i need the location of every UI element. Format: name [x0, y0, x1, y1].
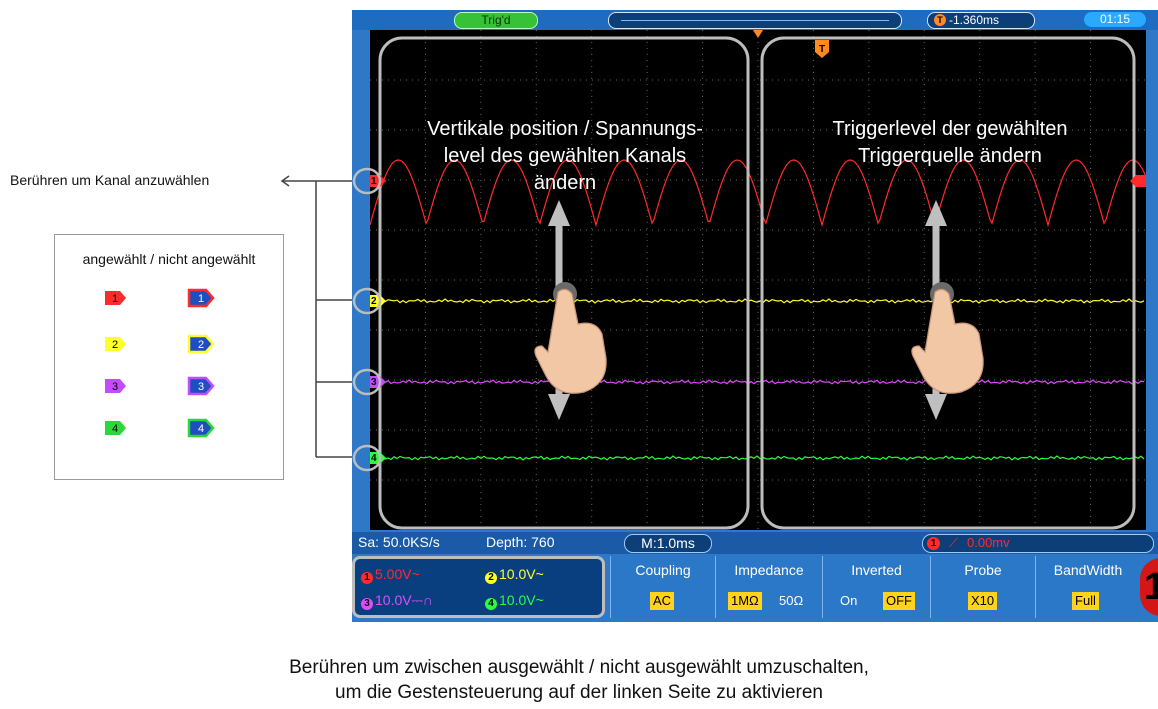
impedance-option-50[interactable]: 50Ω [776, 592, 806, 610]
menu-bandwidth[interactable]: BandWidth Full [1035, 556, 1140, 618]
legend-markers: 1 2 3 4 1 2 3 4 [105, 288, 215, 438]
ch2-waveform [370, 298, 1145, 304]
gesture-hand-left [534, 282, 607, 394]
left-instruction-line1: Vertikale position / Spannungs- [427, 118, 703, 140]
ch4-badge: 4 [485, 598, 497, 610]
legend-ch4-unselected-label: 4 [112, 423, 118, 435]
ch3-badge: 3 [361, 598, 373, 610]
coupling-title: Coupling [635, 562, 691, 578]
ch4-scale-value: 10.0V~ [499, 592, 544, 608]
left-instruction: Vertikale position / Spannungs- level de… [400, 116, 730, 197]
memory-position-bar[interactable] [608, 12, 902, 29]
bandwidth-title: BandWidth [1053, 562, 1123, 578]
gesture-hand-right [911, 282, 984, 394]
ch2-badge: 2 [485, 572, 497, 584]
legend-ch1-selected-label: 1 [198, 293, 204, 305]
ch3-scale-value: 10.0V⎓∩ [375, 592, 433, 608]
legend-ch4-selected-label: 4 [198, 423, 204, 435]
channel-settings-panel[interactable]: 1 5.00V~ 2 10.0V~ 3 10.0V⎓∩ 4 10.0V~ [352, 556, 605, 618]
trigger-time-marker-label: T [819, 44, 825, 55]
ch3-scale[interactable]: 3 10.0V⎓∩ [361, 592, 433, 610]
trigger-position-value: -1.360ms [949, 13, 1000, 27]
memory-depth: Depth: 760 [486, 534, 555, 550]
sample-rate: Sa: 50.0KS/s [358, 534, 440, 550]
ch1-scale[interactable]: 1 5.00V~ [361, 566, 420, 584]
trigger-level-marker [1130, 175, 1146, 187]
menu-probe[interactable]: Probe X10 [930, 556, 1035, 618]
waveform-canvas: T [370, 30, 1146, 530]
legend-ch2-unselected-label: 2 [112, 339, 118, 351]
trigger-status-badge: Trig'd [454, 12, 538, 29]
impedance-title: Impedance [734, 562, 804, 578]
clock: 01:15 [1084, 12, 1146, 27]
trigger-position-readout[interactable]: T -1.360ms [927, 12, 1035, 29]
ch2-scale-value: 10.0V~ [499, 566, 544, 582]
acquisition-status-bar: Sa: 50.0KS/s Depth: 760 M:1.0ms 1 ⟋ 0.00… [352, 532, 1158, 554]
right-instruction-line1: Triggerlevel der gewählten [832, 118, 1068, 140]
inverted-option-on[interactable]: On [837, 592, 860, 610]
trigger-level: 0.00mv [967, 535, 1010, 550]
ch1-scale-value: 5.00V~ [375, 566, 420, 582]
legend-ch1-unselected-label: 1 [112, 293, 118, 305]
bottom-caption-line2: um die Gestensteuerung auf der linken Se… [335, 682, 823, 703]
legend-ch3-unselected-label: 3 [112, 381, 118, 393]
ch4-scale[interactable]: 4 10.0V~ [485, 592, 544, 610]
menu-impedance[interactable]: Impedance 1MΩ 50Ω [715, 556, 822, 618]
bottom-caption-line1: Berühren um zwischen ausgewählt / nicht … [289, 657, 869, 678]
selection-legend: angewählt / nicht angewählt 1 2 3 4 1 2 … [54, 234, 284, 480]
menu-inverted[interactable]: Inverted On OFF [822, 556, 930, 618]
trigger-channel-icon: 1 [927, 537, 940, 550]
ch1-badge: 1 [361, 572, 373, 584]
ch4-waveform [370, 455, 1145, 461]
left-instruction-line2: level des gewählten Kanals [443, 145, 687, 167]
legend-ch3-selected-label: 3 [198, 381, 204, 393]
waveform-display[interactable]: T Vertikale position / Spannungs- level … [370, 30, 1146, 530]
inverted-option-off[interactable]: OFF [883, 592, 915, 610]
legend-ch2-selected-label: 2 [198, 339, 204, 351]
trigger-position-icon: T [934, 14, 946, 26]
right-touch-zone [760, 36, 1136, 530]
timebase-readout[interactable]: M:1.0ms [624, 534, 712, 553]
oscilloscope-screen: Trig'd T -1.360ms 01:15 T Vertikale posi… [352, 10, 1158, 622]
ch3-waveform [370, 379, 1145, 385]
top-status-bar: Trig'd T -1.360ms 01:15 [352, 10, 1158, 30]
rising-edge-icon: ⟋ [949, 535, 959, 550]
inverted-title: Inverted [851, 562, 902, 578]
bandwidth-value[interactable]: Full [1072, 592, 1099, 610]
marker-highlight-circles [352, 167, 382, 472]
ch2-scale[interactable]: 2 10.0V~ [485, 566, 544, 584]
probe-title: Probe [964, 562, 1002, 578]
probe-value[interactable]: X10 [968, 592, 998, 610]
trigger-readout[interactable]: 1 ⟋ 0.00mv [922, 534, 1154, 553]
active-channel-button[interactable]: 1 [1140, 558, 1158, 616]
horizontal-trigger-marker [753, 30, 763, 38]
right-instruction-line2: Triggerquelle ändern [858, 145, 1042, 167]
menu-coupling[interactable]: Coupling AC [610, 556, 715, 618]
right-instruction: Triggerlevel der gewählten Triggerquelle… [780, 116, 1120, 170]
coupling-value[interactable]: AC [650, 592, 675, 610]
impedance-option-1m[interactable]: 1MΩ [728, 592, 762, 610]
left-instruction-line3: ändern [533, 172, 597, 194]
